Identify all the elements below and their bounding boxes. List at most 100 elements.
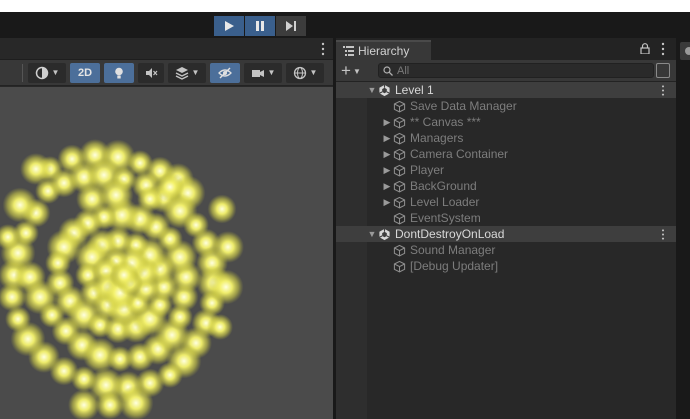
foldout-collapsed-icon[interactable]: ▶: [382, 197, 392, 208]
scene-row[interactable]: ▼ DontDestroyOnLoad: [336, 226, 676, 242]
gizmos-icon: [293, 66, 306, 79]
audio-toggle-button[interactable]: [138, 62, 164, 83]
scene-viewport[interactable]: [0, 87, 333, 419]
gameobject-name: BackGround: [410, 179, 477, 193]
hierarchy-item[interactable]: Save Data Manager: [336, 98, 676, 114]
hierarchy-menu-icon[interactable]: [661, 42, 665, 56]
gameobject-name: Camera Container: [410, 147, 509, 161]
hierarchy-panel: Hierarchy + ▼ ▼Level 1Save Data Manager▶…: [336, 38, 676, 419]
particle-glow: [20, 153, 52, 185]
hierarchy-item[interactable]: [Debug Updater]: [336, 258, 676, 274]
unity-scene-icon: [377, 83, 391, 97]
chevron-down-icon: ▼: [191, 68, 200, 77]
scene-panel-menu-icon[interactable]: [321, 42, 325, 56]
step-icon: [286, 21, 296, 31]
shading-mode-dropdown[interactable]: ▼: [28, 62, 66, 83]
scene-toolbar: ▼ 2D ▼ ▼ ▼: [0, 60, 333, 86]
foldout-collapsed-icon[interactable]: ▶: [382, 165, 392, 176]
scene-row[interactable]: ▼ Level 1: [336, 82, 676, 98]
particle-glow: [155, 172, 185, 202]
hierarchy-item[interactable]: ▶ ** Canvas ***: [336, 114, 676, 130]
hierarchy-search-bar: + ▼: [336, 60, 676, 82]
particle-glow: [118, 385, 154, 419]
play-icon: [225, 21, 234, 31]
gameobject-name: EventSystem: [410, 211, 481, 225]
2d-toggle-button[interactable]: 2D: [70, 62, 100, 83]
play-controls: [214, 16, 306, 36]
gameobject-name: ** Canvas ***: [410, 115, 481, 129]
effects-icon: [175, 66, 188, 80]
tab-hierarchy[interactable]: Hierarchy: [336, 40, 431, 60]
hierarchy-item[interactable]: ▶ Player: [336, 162, 676, 178]
scene-visibility-toggle[interactable]: [210, 62, 240, 83]
gameobject-cube-icon: [392, 243, 406, 257]
hierarchy-tab-bar: Hierarchy: [336, 38, 676, 60]
gameobject-cube-icon: [392, 179, 406, 193]
camera-dropdown[interactable]: ▼: [244, 62, 282, 83]
shading-mode-icon: [35, 66, 48, 79]
search-input[interactable]: [397, 64, 637, 77]
particle-glow: [212, 231, 244, 263]
chevron-down-icon: ▼: [309, 68, 318, 77]
effects-dropdown[interactable]: ▼: [168, 62, 206, 83]
create-button[interactable]: + ▼: [341, 62, 361, 80]
search-field[interactable]: [378, 63, 654, 78]
hierarchy-item[interactable]: ▶ Camera Container: [336, 146, 676, 162]
chevron-down-icon: ▼: [267, 68, 276, 77]
particle-glow: [207, 194, 237, 224]
chevron-down-icon: ▼: [352, 66, 361, 76]
search-filter-button[interactable]: [656, 63, 670, 78]
scene-menu-icon[interactable]: [661, 229, 665, 240]
gizmos-dropdown[interactable]: ▼: [286, 62, 324, 83]
unity-scene-icon: [377, 227, 391, 241]
foldout-collapsed-icon[interactable]: ▶: [382, 181, 392, 192]
gameobject-name: Save Data Manager: [410, 99, 517, 113]
window-top-strip: [0, 0, 690, 12]
scene-panel: ▼ 2D ▼ ▼ ▼: [0, 38, 333, 419]
foldout-collapsed-icon[interactable]: ▶: [382, 149, 392, 160]
main-toolbar: [0, 12, 690, 38]
foldout-expanded-icon[interactable]: ▼: [367, 229, 377, 239]
hierarchy-tree: ▼ Level 1 Save Data Manager ▶ ** Canvas *** ▶…: [336, 82, 676, 419]
audio-mute-icon: [146, 67, 158, 78]
hierarchy-item[interactable]: ▶ Level Loader: [336, 194, 676, 210]
particle-glow: [98, 177, 134, 213]
hierarchy-item[interactable]: EventSystem: [336, 210, 676, 226]
lighting-toggle-button[interactable]: [104, 62, 134, 83]
particle-glow: [109, 260, 139, 290]
play-button[interactable]: [214, 16, 244, 36]
gameobject-name: Level Loader: [410, 195, 480, 209]
visibility-hidden-icon: [218, 67, 232, 78]
foldout-expanded-icon[interactable]: ▼: [367, 85, 377, 95]
pause-icon: [256, 21, 264, 31]
2d-label: 2D: [77, 66, 93, 79]
scene-name: Level 1: [395, 83, 434, 97]
gameobject-cube-icon: [392, 147, 406, 161]
pause-button[interactable]: [245, 16, 275, 36]
gameobject-name: [Debug Updater]: [410, 259, 499, 273]
hierarchy-item[interactable]: ▶ Managers: [336, 130, 676, 146]
particle-system-preview: [0, 139, 244, 419]
gameobject-cube-icon: [392, 259, 406, 273]
list-icon: [343, 46, 354, 56]
lock-icon[interactable]: [640, 43, 650, 54]
foldout-collapsed-icon[interactable]: ▶: [382, 133, 392, 144]
hierarchy-item[interactable]: Sound Manager: [336, 242, 676, 258]
chevron-down-icon: ▼: [51, 68, 60, 77]
particle-glow-group: [0, 139, 244, 419]
hierarchy-item[interactable]: ▶ BackGround: [336, 178, 676, 194]
plus-icon: +: [341, 61, 351, 80]
scene-tab-bar: [0, 38, 333, 60]
gameobject-name: Sound Manager: [410, 243, 496, 257]
scene-menu-icon[interactable]: [661, 85, 665, 96]
particle-glow: [208, 269, 244, 305]
step-button[interactable]: [276, 16, 306, 36]
gameobject-cube-icon: [392, 211, 406, 225]
particle-glow: [207, 314, 233, 340]
gameobject-cube-icon: [392, 195, 406, 209]
toolbar-separator: [22, 64, 23, 82]
foldout-collapsed-icon[interactable]: ▶: [382, 117, 392, 128]
gameobject-cube-icon: [392, 115, 406, 129]
right-panel-edge: [676, 38, 690, 419]
search-icon: [383, 65, 393, 76]
